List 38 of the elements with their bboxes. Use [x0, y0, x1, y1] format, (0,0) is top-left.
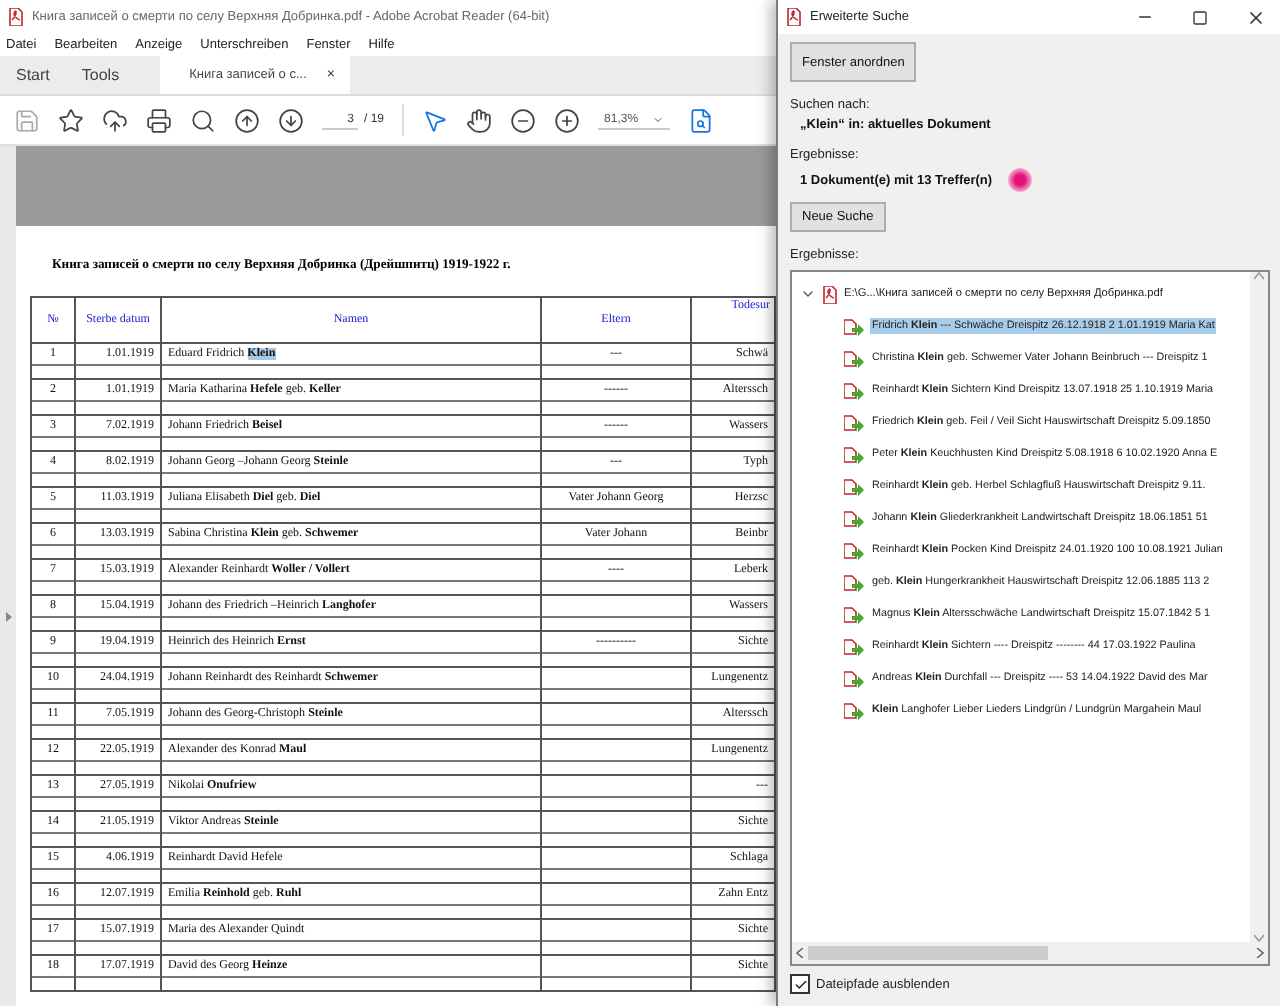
pdf-result-icon [844, 413, 864, 431]
tab[interactable]: Start [0, 56, 66, 94]
click-indicator-icon [1008, 168, 1033, 192]
pdf-result-icon [844, 637, 864, 655]
hand-icon[interactable] [466, 107, 493, 133]
pdf-app-icon [786, 8, 802, 26]
scroll-right-icon[interactable] [1256, 948, 1264, 958]
pdf-result-icon [844, 605, 864, 623]
pdf-result-icon [844, 541, 864, 559]
scroll-left-icon[interactable] [796, 948, 804, 958]
maximize-icon[interactable] [1192, 9, 1208, 25]
zoom-in-icon[interactable] [554, 107, 581, 133]
pdf-result-icon [844, 381, 864, 399]
pdf-result-icon [844, 573, 864, 591]
pdf-file-icon [822, 285, 838, 303]
document-icon[interactable] [688, 107, 715, 133]
pdf-result-icon [844, 477, 864, 495]
arrow-up-circle-icon[interactable] [234, 107, 260, 133]
star-icon[interactable] [58, 107, 84, 133]
pdf-app-icon [8, 8, 24, 26]
hide-paths-checkbox[interactable] [790, 974, 810, 994]
expand-panel-icon[interactable] [5, 611, 11, 621]
pointer-icon[interactable] [422, 107, 449, 133]
pdf-result-icon [844, 701, 864, 719]
horizontal-scrollbar[interactable] [792, 942, 1268, 964]
pdf-result-icon [844, 509, 864, 527]
tab[interactable]: Tools [65, 56, 136, 94]
pdf-result-icon [844, 669, 864, 687]
search-icon[interactable] [190, 107, 216, 133]
print-icon[interactable] [146, 107, 172, 133]
chevron-down-icon[interactable] [800, 286, 816, 302]
close-icon[interactable] [1246, 7, 1266, 27]
zoom-out-icon[interactable] [510, 107, 537, 133]
arrow-down-circle-icon[interactable] [278, 107, 304, 133]
pdf-result-icon [844, 317, 864, 335]
cloud-upload-icon[interactable] [102, 107, 128, 133]
pdf-result-icon [844, 349, 864, 367]
pdf-result-icon [844, 445, 864, 463]
